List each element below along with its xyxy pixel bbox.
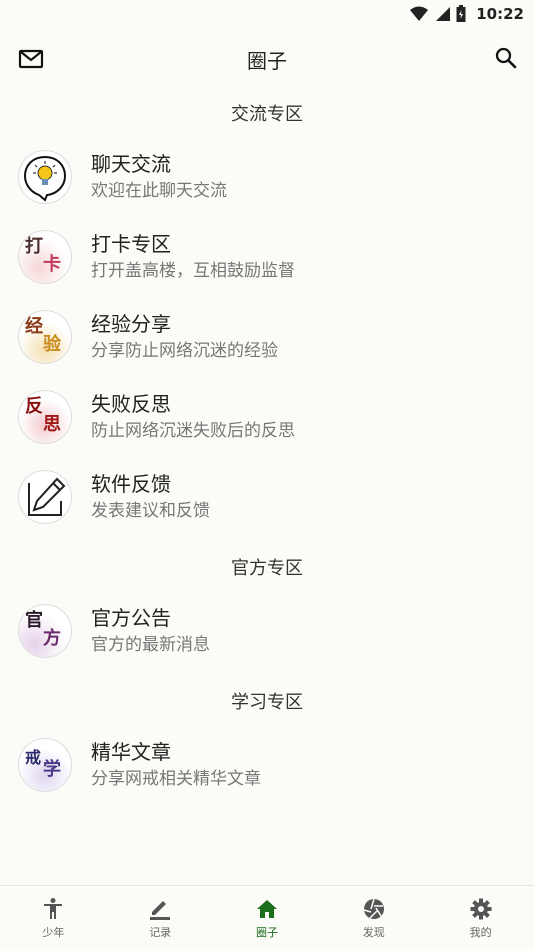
nav-label: 发现 (362, 925, 385, 939)
nav-label: 少年 (42, 925, 65, 939)
item-subtitle: 官方的最新消息 (91, 635, 210, 655)
search-icon[interactable] (494, 46, 518, 70)
nav-item-mine[interactable]: 我的 (427, 886, 534, 950)
item-subtitle: 分享防止网络沉迷的经验 (91, 341, 278, 361)
nav-item-circle[interactable]: 圈子 (214, 886, 321, 950)
list-item-chat[interactable]: 聊天交流 欢迎在此聊天交流 (0, 137, 534, 217)
person-icon (44, 897, 63, 919)
nav-label: 记录 (149, 925, 172, 939)
list-item-articles[interactable]: 戒 学 精华文章 分享网戒相关精华文章 (0, 725, 534, 805)
reflection-calligraphy-icon: 反 思 (18, 390, 72, 444)
list-item-announcement[interactable]: 官 方 官方公告 官方的最新消息 (0, 591, 534, 671)
item-title: 软件反馈 (91, 472, 171, 496)
list-item-checkin[interactable]: 打 卡 打卡专区 打开盖高楼，互相鼓励监督 (0, 217, 534, 297)
nav-label: 我的 (469, 925, 492, 939)
mail-icon[interactable] (18, 47, 44, 71)
nav-label: 圈子 (255, 925, 278, 939)
lightbulb-icon (18, 150, 72, 204)
item-title: 精华文章 (91, 740, 171, 764)
item-title: 失败反思 (91, 392, 171, 416)
item-subtitle: 分享网戒相关精华文章 (91, 769, 261, 789)
item-subtitle: 防止网络沉迷失败后的反思 (91, 421, 295, 441)
official-calligraphy-icon: 官 方 (18, 604, 72, 658)
bottom-nav: 少年 记录 圈子 发现 我的 (0, 885, 534, 950)
app-bar: 圈子 (0, 28, 534, 90)
wifi-icon (410, 6, 429, 21)
home-icon (256, 899, 277, 918)
section-title-official: 官方专区 (231, 558, 303, 579)
page-title: 圈子 (247, 48, 287, 73)
item-subtitle: 发表建议和反馈 (91, 501, 210, 521)
item-subtitle: 欢迎在此聊天交流 (91, 181, 227, 201)
item-subtitle: 打开盖高楼，互相鼓励监督 (91, 261, 295, 281)
section-title-exchange: 交流专区 (231, 104, 303, 125)
checkin-calligraphy-icon: 打 卡 (18, 230, 72, 284)
list-item-experience[interactable]: 经 验 经验分享 分享防止网络沉迷的经验 (0, 297, 534, 377)
edit-icon (150, 900, 171, 920)
signal-icon (436, 7, 451, 21)
pencil-edit-icon (18, 470, 72, 524)
item-title: 打卡专区 (91, 232, 171, 256)
battery-icon (456, 5, 466, 22)
item-title: 官方公告 (91, 606, 171, 630)
list-item-feedback[interactable]: 软件反馈 发表建议和反馈 (0, 457, 534, 537)
study-calligraphy-icon: 戒 学 (18, 738, 72, 792)
experience-calligraphy-icon: 经 验 (18, 310, 72, 364)
status-bar: 10:22 (0, 0, 534, 28)
item-title: 聊天交流 (91, 152, 171, 176)
list-item-reflection[interactable]: 反 思 失败反思 防止网络沉迷失败后的反思 (0, 377, 534, 457)
item-title: 经验分享 (91, 312, 171, 336)
section-title-study: 学习专区 (231, 692, 303, 713)
aperture-icon (363, 898, 384, 919)
nav-item-record[interactable]: 记录 (107, 886, 214, 950)
status-time: 10:22 (476, 5, 524, 23)
nav-item-discover[interactable]: 发现 (320, 886, 427, 950)
settings-icon (470, 898, 492, 919)
content: 交流专区 聊天交流 欢迎在此聊天交流 打 卡 打卡专区 打开盖高楼，互相鼓励监督… (0, 90, 534, 805)
nav-item-youth[interactable]: 少年 (0, 886, 107, 950)
